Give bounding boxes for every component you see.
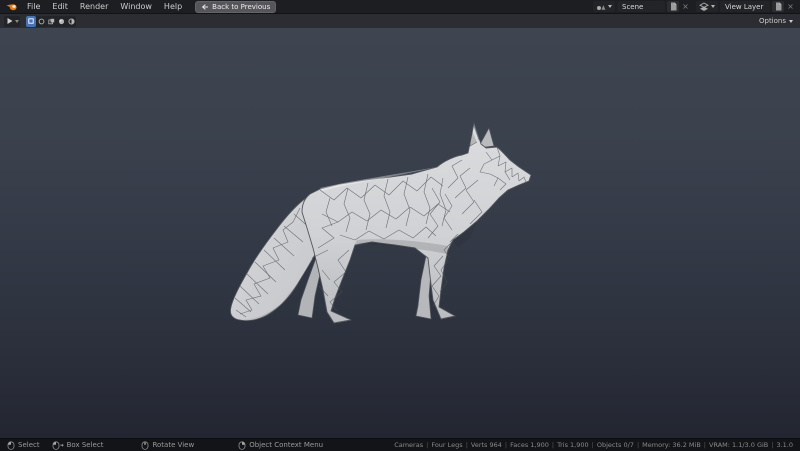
fox-model-wireframe[interactable] [0, 28, 800, 438]
mouse-left-click-icon [7, 440, 15, 450]
hint-box-select: Box Select [52, 440, 104, 450]
menu-help[interactable]: Help [158, 0, 188, 13]
hint-rotate-view: Rotate View [141, 440, 195, 450]
stat-collection: Cameras [394, 441, 431, 449]
menu-window[interactable]: Window [114, 0, 158, 13]
object-mode-icon [28, 18, 34, 24]
chevron-down-icon [789, 19, 793, 23]
blender-logo-icon[interactable] [3, 2, 21, 12]
menu-edit[interactable]: Edit [46, 0, 74, 13]
view-layer-browse-button[interactable] [696, 1, 718, 12]
xray-icon [58, 18, 64, 24]
gizmo-icon [38, 18, 44, 24]
viewport-header: Options [0, 13, 800, 28]
xray-toggle-button[interactable] [56, 16, 66, 27]
editor-type-button[interactable] [4, 15, 20, 27]
chevron-down-icon [14, 19, 19, 23]
back-to-previous-label: Back to Previous [212, 2, 271, 11]
scene-icon [596, 2, 606, 11]
menu-file[interactable]: File [21, 0, 46, 13]
options-label: Options [758, 17, 786, 25]
scene-name-field[interactable]: Scene [617, 1, 665, 12]
shading-icon [67, 17, 75, 25]
gizmo-toggle-button[interactable] [36, 16, 46, 27]
hint-select: Select [7, 440, 40, 450]
remove-view-layer-button[interactable]: × [786, 1, 795, 12]
stat-tris: Tris 1,900 [557, 441, 597, 449]
topbar: File Edit Render Window Help Back to Pre… [0, 0, 800, 13]
overlays-icon [47, 18, 54, 24]
back-to-previous-button[interactable]: Back to Previous [195, 0, 277, 13]
hint-rotate-view-label: Rotate View [152, 441, 195, 449]
view-layer-icon [699, 1, 709, 12]
stat-objects: Objects 0/7 [597, 441, 642, 449]
stat-faces: Faces 1,900 [510, 441, 557, 449]
editor-type-icon [7, 18, 12, 24]
new-scene-button[interactable] [667, 1, 679, 12]
options-dropdown[interactable]: Options [756, 17, 796, 25]
new-file-icon [670, 2, 676, 11]
hint-object-context-menu: Object Context Menu [238, 440, 324, 450]
stat-verts: Verts 964 [471, 441, 510, 449]
mouse-middle-drag-icon [142, 440, 149, 450]
scene-name-value: Scene [622, 2, 644, 11]
topbar-right: Scene × View Layer × [593, 1, 797, 12]
scene-statistics: Cameras Four Legs Verts 964 Faces 1,900 … [394, 441, 793, 449]
chevron-down-icon [711, 5, 715, 8]
stat-version: 3.1.0 [776, 441, 793, 449]
scene-browse-button[interactable] [593, 1, 615, 12]
view-layer-name-value: View Layer [725, 2, 764, 11]
chevron-down-icon [608, 5, 612, 8]
stat-vram: VRAM: 1.1/3.0 GiB [709, 441, 776, 449]
stat-memory: Memory: 36.2 MiB [642, 441, 709, 449]
fox-body [301, 122, 532, 324]
viewport-toggle-group [26, 15, 76, 27]
shading-dropdown-button[interactable] [66, 16, 76, 27]
new-file-icon [775, 2, 781, 11]
unlink-scene-button[interactable]: × [681, 1, 690, 12]
mode-object-button[interactable] [26, 15, 36, 27]
new-view-layer-button[interactable] [772, 1, 784, 12]
3d-viewport[interactable] [0, 28, 800, 438]
menu-render[interactable]: Render [74, 0, 114, 13]
mouse-left-drag-icon [52, 440, 64, 450]
mouse-right-click-icon [238, 440, 246, 450]
overlays-toggle-button[interactable] [46, 16, 56, 27]
back-arrow-icon [201, 3, 209, 11]
hint-object-context-menu-label: Object Context Menu [249, 441, 324, 449]
statusbar: Select Box Select Rotate View Object Con… [0, 438, 800, 451]
hint-box-select-label: Box Select [66, 441, 104, 449]
stat-active-object: Four Legs [431, 441, 471, 449]
hint-select-label: Select [18, 441, 40, 449]
view-layer-name-field[interactable]: View Layer [720, 1, 770, 12]
